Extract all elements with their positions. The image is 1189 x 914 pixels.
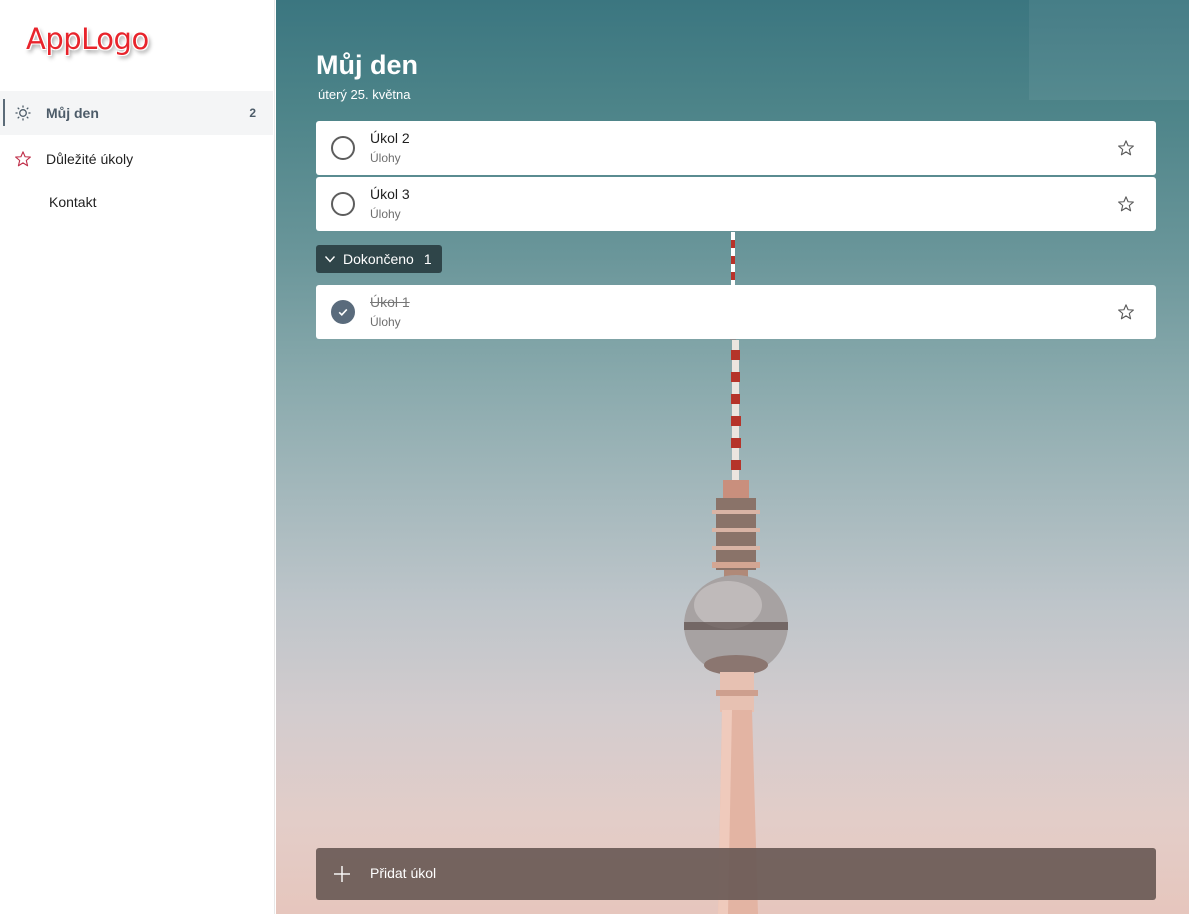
- completed-section-label: Dokončeno: [343, 251, 414, 267]
- completed-section-count: 1: [423, 251, 432, 267]
- plus-icon: [334, 866, 350, 882]
- tower-antenna: [730, 232, 741, 490]
- chevron-down-icon: [324, 253, 336, 265]
- sidebar-item-contact[interactable]: Kontakt: [49, 194, 96, 210]
- star-icon[interactable]: [1116, 138, 1136, 158]
- sun-icon: [13, 103, 33, 123]
- star-icon[interactable]: [1116, 194, 1136, 214]
- complete-checkbox[interactable]: [331, 192, 355, 216]
- sidebar-item-count: 2: [249, 106, 256, 120]
- sidebar-item-label: Můj den: [46, 105, 99, 121]
- task-title: Úkol 3: [370, 186, 410, 202]
- task-title: Úkol 2: [370, 130, 410, 146]
- completed-section-toggle[interactable]: Dokončeno 1: [316, 245, 442, 273]
- checkmark-icon[interactable]: [331, 300, 355, 324]
- page-title: Můj den: [316, 50, 418, 80]
- app-window: AppLogo Můj den 2 Důležité úkoly Kontakt…: [0, 0, 1189, 914]
- add-task-label: Přidat úkol: [370, 865, 437, 881]
- sidebar-item-my-day[interactable]: Můj den 2: [0, 91, 273, 135]
- star-icon[interactable]: [1116, 302, 1136, 322]
- sidebar-item-important[interactable]: Důležité úkoly: [0, 137, 273, 181]
- sidebar-item-label: Důležité úkoly: [46, 151, 134, 167]
- complete-checkbox[interactable]: [331, 136, 355, 160]
- task-list-name: Úlohy: [370, 315, 401, 329]
- task-item[interactable]: Úkol 2 Úlohy: [316, 121, 1156, 175]
- add-task-input[interactable]: Přidat úkol: [316, 848, 1156, 900]
- task-title: Úkol 1: [370, 294, 410, 310]
- task-list-name: Úlohy: [370, 151, 401, 165]
- main-panel: Můj den úterý 25. května Úkol 2 Úlohy Úk…: [276, 0, 1189, 914]
- task-item-completed[interactable]: Úkol 1 Úlohy: [316, 285, 1156, 339]
- active-indicator: [3, 99, 5, 126]
- task-item[interactable]: Úkol 3 Úlohy: [316, 177, 1156, 231]
- star-icon: [13, 149, 33, 169]
- sidebar: AppLogo Můj den 2 Důležité úkoly Kontakt: [0, 0, 275, 914]
- page-date: úterý 25. května: [318, 87, 411, 102]
- task-list-name: Úlohy: [370, 207, 401, 221]
- app-logo: AppLogo: [26, 22, 149, 56]
